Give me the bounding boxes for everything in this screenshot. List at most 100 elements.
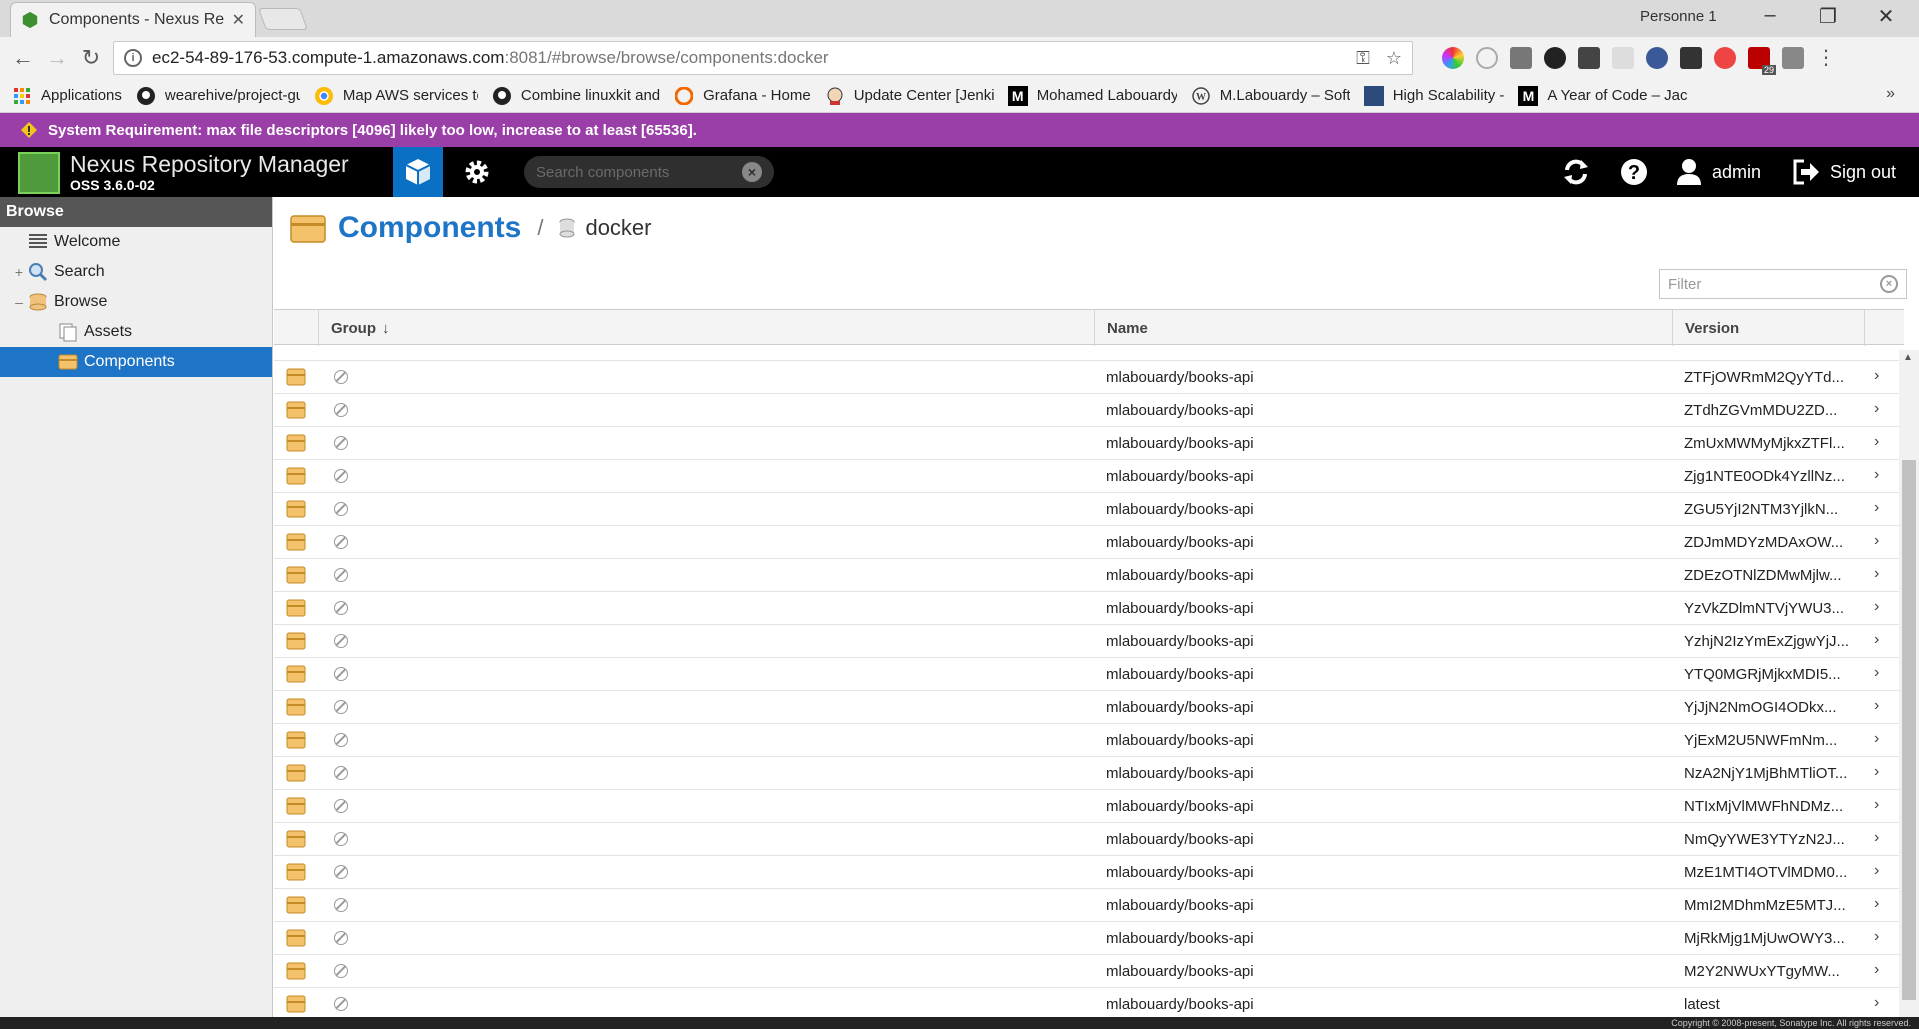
bookmark-map-aws[interactable]: Map AWS services to <box>314 86 478 106</box>
profile-button[interactable]: Personne 1 <box>1640 8 1717 25</box>
sidebar-item-search[interactable]: + Search <box>0 257 272 287</box>
lightbulb-extension-icon[interactable] <box>1680 47 1702 69</box>
window-extension-icon[interactable] <box>1782 47 1804 69</box>
bookmark-wearehive[interactable]: wearehive/project-gu <box>136 86 300 106</box>
clear-search-icon[interactable]: × <box>742 162 762 182</box>
chevron-right-icon[interactable]: › <box>1874 730 1879 748</box>
menu-icon[interactable]: ⋮ <box>1816 47 1836 69</box>
key-icon[interactable]: ⚿ <box>1356 48 1370 69</box>
scrollbar-thumb[interactable] <box>1902 460 1916 1000</box>
wappalyzer-extension-icon[interactable] <box>1646 47 1668 69</box>
bookmark-year-of-code[interactable]: M A Year of Code – Jack <box>1518 85 1687 106</box>
color-picker-extension-icon[interactable] <box>1442 47 1464 69</box>
bookmark-applications[interactable]: Applications <box>12 86 122 106</box>
address-bar[interactable]: i ec2-54-89-176-53.compute-1.amazonaws.c… <box>113 41 1413 75</box>
table-row[interactable]: mlabouardy/books-api Zjg1NTE0ODk4YzllNz..… <box>274 460 1904 493</box>
table-row[interactable]: mlabouardy/books-api NTIxMjVlMWFhNDMz... › <box>274 790 1904 823</box>
table-row[interactable]: mlabouardy/books-api ZmUxMWMyMjkxZTFl... › <box>274 427 1904 460</box>
chevron-right-icon[interactable]: › <box>1874 598 1879 616</box>
bookmark-mlabouardy-software[interactable]: W M.Labouardy – Softw <box>1191 86 1350 106</box>
table-row[interactable]: mlabouardy/books-api NzA2NjY1MjBhMTliOT..… <box>274 757 1904 790</box>
filter-input[interactable] <box>1668 275 1880 293</box>
chevron-right-icon[interactable]: › <box>1874 631 1879 649</box>
sidebar-item-welcome[interactable]: Welcome <box>0 227 272 257</box>
info-icon[interactable]: i <box>124 49 142 67</box>
chevron-right-icon[interactable]: › <box>1874 499 1879 517</box>
filter-box[interactable]: × <box>1659 269 1907 299</box>
table-row[interactable]: mlabouardy/books-api MzE1MTI4OTVlMDM0... › <box>274 856 1904 889</box>
user-button[interactable]: admin <box>1676 147 1761 197</box>
chevron-right-icon[interactable]: › <box>1874 532 1879 550</box>
vertical-scrollbar[interactable]: ▲ <box>1899 350 1919 1017</box>
browse-mode-button[interactable] <box>393 147 443 197</box>
chevron-right-icon[interactable]: › <box>1874 664 1879 682</box>
chevron-right-icon[interactable]: › <box>1874 796 1879 814</box>
clear-filter-icon[interactable]: × <box>1880 275 1898 293</box>
forward-icon[interactable]: → <box>42 43 72 73</box>
chevron-right-icon[interactable]: › <box>1874 862 1879 880</box>
table-row[interactable]: mlabouardy/books-api YTQ0MGRjMjkxMDI5... › <box>274 658 1904 691</box>
help-button[interactable]: ? <box>1620 147 1648 197</box>
table-row[interactable]: mlabouardy/books-api YzVkZDlmNTVjYWU3... › <box>274 592 1904 625</box>
column-header-group[interactable]: Group ↓ <box>318 310 949 346</box>
recycle-extension-icon[interactable] <box>1510 47 1532 69</box>
close-window-icon[interactable]: ✕ <box>1866 4 1906 29</box>
table-row[interactable]: mlabouardy/books-api ZDJmMDYzMDAxOW... › <box>274 526 1904 559</box>
bookmark-high-scalability[interactable]: High Scalability - <box>1363 85 1504 106</box>
sidebar-item-browse[interactable]: – Browse <box>0 287 272 317</box>
chevron-right-icon[interactable]: › <box>1874 367 1879 385</box>
table-row[interactable]: mlabouardy/books-api ZTFjOWRmM2QyYTd... › <box>274 361 1904 394</box>
minimize-icon[interactable]: – <box>1750 4 1790 27</box>
restore-icon[interactable]: ❐ <box>1808 4 1848 29</box>
sign-out-button[interactable]: Sign out <box>1792 147 1896 197</box>
admin-mode-button[interactable] <box>452 147 502 197</box>
table-row[interactable]: mlabouardy/books-api YjJjN2NmOGI4ODkx... › <box>274 691 1904 724</box>
ublock-extension-icon[interactable]: 29 <box>1748 47 1776 75</box>
chevron-right-icon[interactable]: › <box>1874 994 1879 1012</box>
chevron-right-icon[interactable]: › <box>1874 763 1879 781</box>
table-row[interactable]: mlabouardy/books-api ZTdhZGVmMDU2ZD... › <box>274 394 1904 427</box>
table-row[interactable]: mlabouardy/books-api MjRkMjg1MjUwOWY3... › <box>274 922 1904 955</box>
chevron-right-icon[interactable]: › <box>1874 829 1879 847</box>
tab-close-icon[interactable]: ✕ <box>232 10 245 30</box>
column-header-name[interactable]: Name <box>1094 310 1569 346</box>
new-tab-button[interactable] <box>257 8 309 30</box>
bookmark-star-icon[interactable]: ☆ <box>1386 48 1402 69</box>
sidebar-item-assets[interactable]: Assets <box>0 317 272 347</box>
search-components-input[interactable] <box>536 163 736 181</box>
bookmark-grafana[interactable]: Grafana - Home <box>674 86 811 106</box>
sidebar-item-components[interactable]: Components <box>0 347 272 377</box>
chevron-right-icon[interactable]: › <box>1874 400 1879 418</box>
back-icon[interactable]: ← <box>8 43 38 73</box>
table-row[interactable]: mlabouardy/books-api M2Y2NWUxYTgyMW... › <box>274 955 1904 988</box>
grid-extension-icon[interactable] <box>1578 47 1600 69</box>
table-row[interactable]: mlabouardy/books-api latest › <box>274 988 1904 1017</box>
chevron-right-icon[interactable]: › <box>1874 895 1879 913</box>
chevron-right-icon[interactable]: › <box>1874 697 1879 715</box>
column-header-version[interactable]: Version <box>1672 310 1864 346</box>
page-title[interactable]: Components <box>338 211 521 245</box>
bookmark-mohamed-labouardy[interactable]: M Mohamed Labouardy <box>1007 85 1177 106</box>
table-row[interactable]: mlabouardy/books-api ZDEzOTNlZDMwMjlw... › <box>274 559 1904 592</box>
chevron-right-icon[interactable]: › <box>1874 466 1879 484</box>
bookmarks-overflow-button[interactable]: » <box>1886 85 1895 103</box>
table-row[interactable]: mlabouardy/books-api YjExM2U5NWFmNm... › <box>274 724 1904 757</box>
expand-icon[interactable]: + <box>12 264 26 280</box>
table-row[interactable]: mlabouardy/books-api ZGU5YjI2NTM3YjlkN...… <box>274 493 1904 526</box>
chevron-right-icon[interactable]: › <box>1874 433 1879 451</box>
collapse-icon[interactable]: – <box>12 294 26 310</box>
scroll-up-icon[interactable]: ▲ <box>1903 352 1913 363</box>
chevron-right-icon[interactable]: › <box>1874 565 1879 583</box>
camera-extension-icon[interactable] <box>1544 47 1566 69</box>
gray-extension-icon[interactable] <box>1612 47 1634 69</box>
table-row[interactable]: mlabouardy/books-api YzhjN2IzYmExZjgwYjJ.… <box>274 625 1904 658</box>
reload-icon[interactable]: ↻ <box>76 43 106 73</box>
bookmark-jenkins[interactable]: Update Center [Jenki <box>825 86 994 106</box>
table-row[interactable]: mlabouardy/books-api MmI2MDhmMzE5MTJ... › <box>274 889 1904 922</box>
browser-tab[interactable]: Components - Nexus Re ✕ <box>10 2 256 37</box>
bookmark-linuxkit[interactable]: Combine linuxkit and <box>492 86 660 106</box>
chevron-right-icon[interactable]: › <box>1874 928 1879 946</box>
chevron-right-icon[interactable]: › <box>1874 961 1879 979</box>
table-row[interactable]: mlabouardy/books-api NmQyYWE3YTYzN2J... › <box>274 823 1904 856</box>
asana-extension-icon[interactable] <box>1714 47 1736 69</box>
